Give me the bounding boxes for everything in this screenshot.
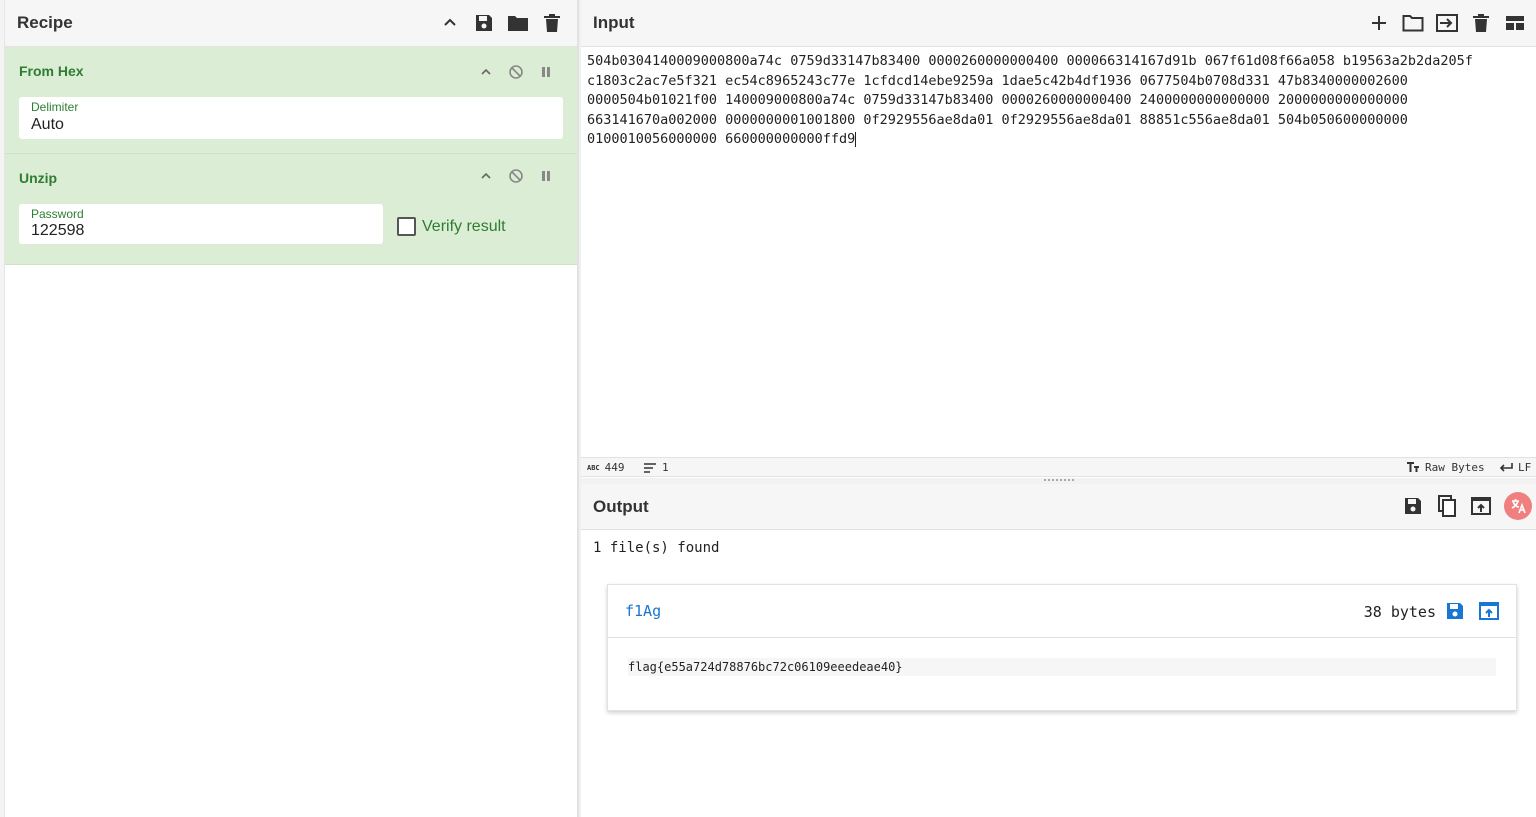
disable-operation-icon[interactable] [505, 61, 527, 83]
line-count-status: 1 [643, 461, 669, 474]
replace-input-icon[interactable] [1470, 495, 1492, 517]
recipe-title: Recipe [17, 13, 73, 32]
encoding-label: Raw Bytes [1425, 461, 1485, 474]
input-textarea[interactable]: 504b0304140009000800a74c 0759d33147b8340… [587, 52, 1528, 150]
line-count: 1 [662, 461, 669, 474]
copy-output-icon[interactable] [1436, 495, 1458, 517]
open-folder-icon[interactable] [1402, 12, 1424, 34]
input-line: 504b0304140009000800a74c 0759d33147b8340… [587, 53, 1473, 69]
recipe-panel: Recipe From Hex Delimiter Auto Unzip Pas… [0, 0, 578, 817]
output-panel: Output 1 file(s) found f1Ag 38 bytes fla… [581, 484, 1536, 817]
collapse-all-icon[interactable] [439, 12, 461, 34]
delimiter-label: Delimiter [31, 100, 79, 114]
verify-result-checkbox[interactable] [397, 217, 416, 236]
text-cursor [855, 131, 857, 147]
operation-unzip[interactable]: Unzip Password 122598 Verify result [5, 154, 577, 265]
return-arrow-icon [1499, 463, 1513, 472]
output-title: Output [593, 496, 649, 516]
lines-icon [644, 462, 656, 473]
file-content: flag{e55a724d78876bc72c06109eeedeae40} [628, 658, 1496, 676]
file-card: f1Ag 38 bytes flag{e55a724d78876bc72c061… [607, 584, 1517, 711]
verify-result-label: Verify result [422, 217, 506, 235]
file-name-link[interactable]: f1Ag [625, 602, 661, 620]
encoding-status[interactable]: Raw Bytes [1406, 461, 1485, 474]
input-line: 0100010056000000 660000000000ffd9 [587, 131, 856, 147]
input-header: Input [581, 0, 1536, 47]
eol-label: LF [1518, 461, 1532, 474]
input-line: c1803c2ac7e5f321 ec54c8965243c77e 1cfdcd… [587, 72, 1408, 89]
file-card-header: f1Ag 38 bytes [608, 585, 1516, 638]
add-tab-plus-icon[interactable] [1368, 12, 1390, 34]
operation-title: Unzip [19, 170, 58, 186]
chevron-up-icon[interactable] [475, 165, 497, 187]
eol-status[interactable]: LF [1499, 461, 1531, 474]
password-label: Password [31, 207, 84, 221]
operation-title: From Hex [19, 63, 84, 79]
abc-icon: ABC [587, 463, 600, 472]
char-count: 449 [604, 461, 625, 474]
chevron-up-icon[interactable] [475, 61, 497, 83]
pause-breakpoint-icon[interactable] [535, 61, 557, 83]
load-recipe-folder-icon[interactable] [507, 12, 529, 34]
open-file-input-icon[interactable] [1436, 12, 1458, 34]
input-line: 0000504b01021f00 140009000800a74c 0759d3… [587, 92, 1408, 108]
translate-extension-icon[interactable] [1504, 492, 1532, 520]
save-recipe-icon[interactable] [473, 12, 495, 34]
recipe-header: Recipe [5, 0, 577, 47]
char-count-status: ABC 449 [587, 461, 625, 474]
clear-recipe-trash-icon[interactable] [541, 12, 563, 34]
delimiter-value[interactable]: Auto [31, 116, 553, 134]
password-value[interactable]: 122598 [31, 222, 373, 240]
disable-operation-icon[interactable] [505, 165, 527, 187]
verify-result-toggle[interactable]: Verify result [397, 217, 506, 236]
clear-input-trash-icon[interactable] [1470, 12, 1492, 34]
reset-layout-icon[interactable] [1504, 12, 1526, 34]
input-panel: Input 504b0304140009000800a74c 0759d3314… [581, 0, 1536, 478]
text-format-icon [1407, 462, 1419, 472]
save-output-icon[interactable] [1402, 495, 1424, 517]
input-line: 663141670a002000 0000000001001800 0f2929… [587, 111, 1408, 128]
file-size: 38 bytes [1363, 603, 1436, 621]
pause-breakpoint-icon[interactable] [535, 165, 557, 187]
password-field[interactable]: Password 122598 [19, 204, 383, 244]
move-to-input-icon[interactable] [1478, 600, 1500, 622]
output-header: Output [581, 484, 1536, 530]
input-status-bar: ABC 449 1 Raw Bytes LF [581, 457, 1536, 477]
operation-from-hex[interactable]: From Hex Delimiter Auto [5, 47, 577, 154]
save-file-icon[interactable] [1444, 600, 1466, 622]
input-title: Input [593, 13, 635, 32]
output-summary: 1 file(s) found [593, 540, 720, 556]
delimiter-field[interactable]: Delimiter Auto [19, 97, 563, 139]
